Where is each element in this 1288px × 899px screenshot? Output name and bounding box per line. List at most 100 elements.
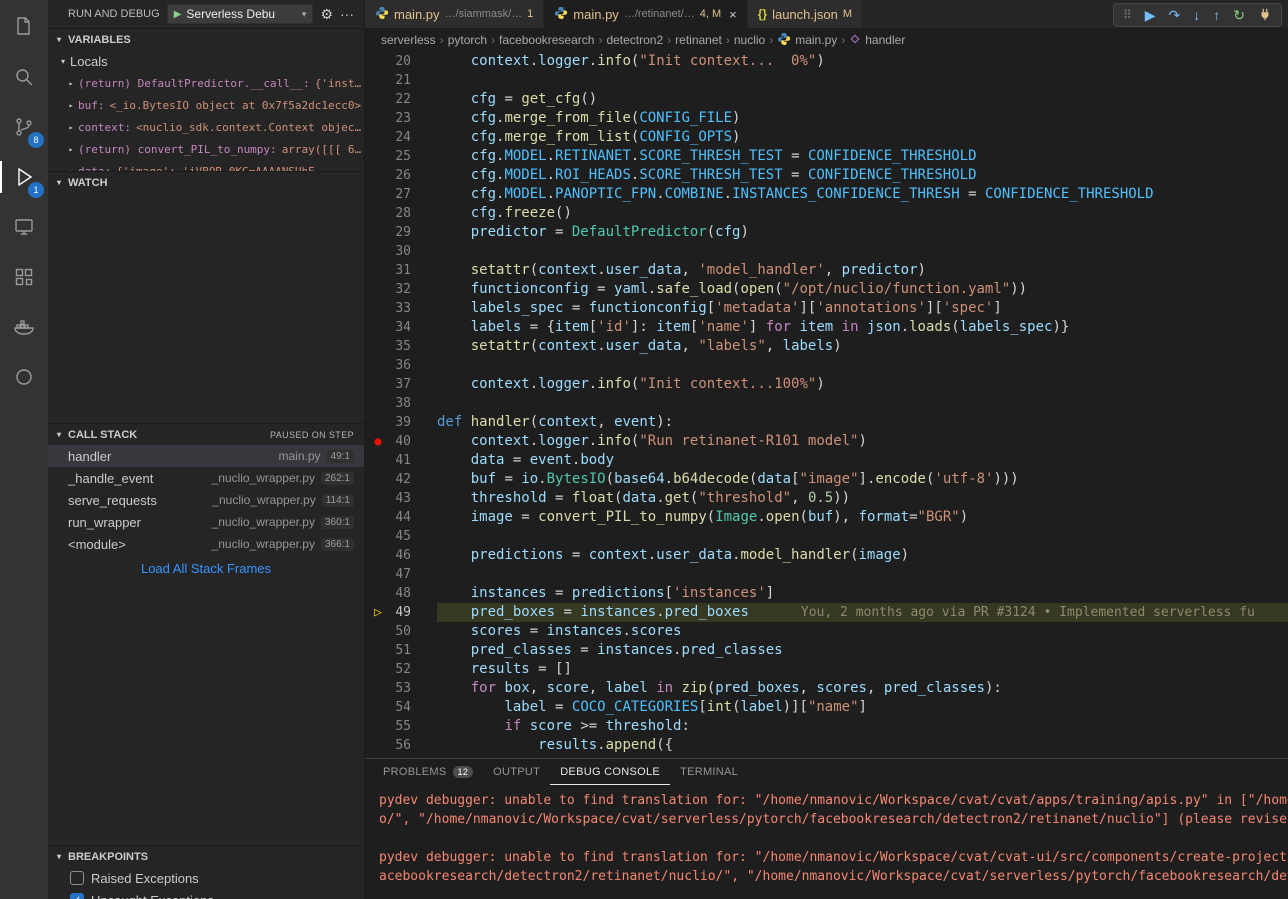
gutter[interactable]: 50 <box>365 622 437 641</box>
stack-frame[interactable]: _handle_event_nuclio_wrapper.py262:1 <box>48 467 364 489</box>
gutter[interactable]: 28 <box>365 204 437 223</box>
gutter[interactable]: 43 <box>365 489 437 508</box>
gutter[interactable]: ●40 <box>365 432 437 451</box>
gutter[interactable]: 26 <box>365 166 437 185</box>
step-into-button[interactable]: ↓ <box>1193 8 1200 22</box>
code-editor[interactable]: 20 context.logger.info("Init context... … <box>365 52 1288 758</box>
watch-section-header[interactable]: ▾ WATCH <box>48 171 364 193</box>
variable-item[interactable]: ▸(return) DefaultPredictor.__call__:{'in… <box>48 72 364 94</box>
variable-item[interactable]: ▸data:{'image': 'iVBOR…0KG=AAAANSUhE… <box>48 160 364 171</box>
gutter[interactable]: 34 <box>365 318 437 337</box>
gutter[interactable]: 27 <box>365 185 437 204</box>
breakpoints-section: ▾ BREAKPOINTS Raised Exceptions✓Uncaught… <box>48 845 364 899</box>
start-debugging-icon[interactable]: ▶ <box>174 9 182 20</box>
breadcrumb-item-main.py[interactable]: main.py <box>777 32 837 49</box>
extensions-icon[interactable] <box>0 252 48 302</box>
stack-frame[interactable]: handlermain.py49:1 <box>48 445 364 467</box>
gutter[interactable]: 24 <box>365 128 437 147</box>
search-icon[interactable] <box>0 52 48 102</box>
breadcrumb-item-retinanet[interactable]: retinanet <box>675 33 722 47</box>
gutter[interactable]: 47 <box>365 565 437 584</box>
stack-frame[interactable]: serve_requests_nuclio_wrapper.py114:1 <box>48 489 364 511</box>
drag-handle-icon[interactable]: ⠿ <box>1123 8 1132 22</box>
gutter[interactable]: 51 <box>365 641 437 660</box>
variable-item[interactable]: ▸context:<nuclio_sdk.context.Context obj… <box>48 116 364 138</box>
breakpoint-checkbox[interactable]: ✓ <box>70 893 84 899</box>
code-line-34: 34 labels = {item['id']: item['name'] fo… <box>365 318 1288 337</box>
breakpoints-section-header[interactable]: ▾ BREAKPOINTS <box>48 845 364 867</box>
close-icon[interactable]: × <box>729 7 737 22</box>
stack-frame[interactable]: run_wrapper_nuclio_wrapper.py360:1 <box>48 511 364 533</box>
gutter[interactable]: 23 <box>365 109 437 128</box>
panel-tab-bar: PROBLEMS12OUTPUTDEBUG CONSOLETERMINAL <box>365 759 1288 785</box>
editor-tab-main.py[interactable]: main.py…/retinanet/…4, M× <box>544 0 747 28</box>
gutter[interactable]: 20 <box>365 52 437 71</box>
gutter[interactable]: 48 <box>365 584 437 603</box>
breakpoint-item[interactable]: Raised Exceptions <box>48 867 364 889</box>
gutter[interactable]: 22 <box>365 90 437 109</box>
editor-tab-main.py[interactable]: main.py…/siammask/…1 <box>365 0 544 28</box>
editor-tab-launch.json[interactable]: {}launch.jsonM <box>748 0 863 28</box>
breakpoint-dot-icon[interactable]: ● <box>365 432 391 451</box>
gutter[interactable]: 38 <box>365 394 437 413</box>
gutter[interactable]: 44 <box>365 508 437 527</box>
debug-config-dropdown[interactable]: ▶ Serverless Debu ▾ <box>167 4 314 24</box>
gutter[interactable]: 36 <box>365 356 437 375</box>
breadcrumb-item-nuclio[interactable]: nuclio <box>734 33 765 47</box>
call-stack-section-header[interactable]: ▾ CALL STACK PAUSED ON STEP <box>48 423 364 445</box>
gutter[interactable]: 35 <box>365 337 437 356</box>
breakpoint-item[interactable]: ✓Uncaught Exceptions <box>48 889 364 899</box>
code-line-content <box>437 356 1288 375</box>
step-over-button[interactable]: ↷ <box>1169 8 1181 22</box>
gutter[interactable]: 41 <box>365 451 437 470</box>
breadcrumb-item-facebookresearch[interactable]: facebookresearch <box>499 33 594 47</box>
debug-console-output[interactable]: pydev debugger: unable to find translati… <box>365 785 1288 899</box>
continue-button[interactable]: ▶ <box>1145 8 1156 22</box>
load-all-stack-frames-link[interactable]: Load All Stack Frames <box>48 555 364 581</box>
gutter[interactable]: 29 <box>365 223 437 242</box>
more-actions-icon[interactable]: ··· <box>340 6 354 22</box>
gutter[interactable]: 56 <box>365 736 437 755</box>
source-control-icon[interactable]: 8 <box>0 102 48 152</box>
gutter[interactable]: 21 <box>365 71 437 90</box>
gutter[interactable]: 31 <box>365 261 437 280</box>
gutter[interactable]: 54 <box>365 698 437 717</box>
gutter[interactable]: 33 <box>365 299 437 318</box>
variable-item[interactable]: ▸buf:<_io.BytesIO object at 0x7f5a2dc1ec… <box>48 94 364 116</box>
variables-scope-locals[interactable]: ▾ Locals <box>48 50 364 72</box>
breadcrumb-item-detectron2[interactable]: detectron2 <box>606 33 663 47</box>
step-out-button[interactable]: ↑ <box>1213 8 1220 22</box>
gutter[interactable]: 30 <box>365 242 437 261</box>
breadcrumb-item-serverless[interactable]: serverless <box>381 33 436 47</box>
disconnect-button[interactable] <box>1258 7 1272 23</box>
gutter[interactable]: ▷49 <box>365 603 437 622</box>
gear-icon[interactable]: ⚙ <box>320 6 333 23</box>
docker-icon[interactable] <box>0 302 48 352</box>
gutter[interactable]: 25 <box>365 147 437 166</box>
variable-item[interactable]: ▸(return) convert_PIL_to_numpy:array([[[… <box>48 138 364 160</box>
panel-tab-problems[interactable]: PROBLEMS12 <box>373 759 483 785</box>
gutter[interactable]: 37 <box>365 375 437 394</box>
breadcrumb-item-handler[interactable]: handler <box>849 33 905 48</box>
chevron-down-icon: ▾ <box>302 9 307 20</box>
gutter[interactable]: 52 <box>365 660 437 679</box>
gutter[interactable]: 42 <box>365 470 437 489</box>
breakpoint-checkbox[interactable] <box>70 871 84 885</box>
panel-tab-terminal[interactable]: TERMINAL <box>670 759 748 785</box>
gutter[interactable]: 53 <box>365 679 437 698</box>
panel-tab-debug-console[interactable]: DEBUG CONSOLE <box>550 759 670 785</box>
plugin-circle-icon[interactable] <box>0 352 48 402</box>
restart-button[interactable]: ↻ <box>1233 8 1245 22</box>
breadcrumb-item-pytorch[interactable]: pytorch <box>448 33 487 47</box>
panel-tab-output[interactable]: OUTPUT <box>483 759 550 785</box>
gutter[interactable]: 46 <box>365 546 437 565</box>
explorer-icon[interactable] <box>0 2 48 52</box>
gutter[interactable]: 45 <box>365 527 437 546</box>
gutter[interactable]: 32 <box>365 280 437 299</box>
gutter[interactable]: 55 <box>365 717 437 736</box>
remote-explorer-icon[interactable] <box>0 202 48 252</box>
variables-section-header[interactable]: ▾ VARIABLES <box>48 28 364 50</box>
gutter[interactable]: 39 <box>365 413 437 432</box>
run-and-debug-icon[interactable]: 1 <box>0 152 48 202</box>
stack-frame[interactable]: <module>_nuclio_wrapper.py366:1 <box>48 533 364 555</box>
